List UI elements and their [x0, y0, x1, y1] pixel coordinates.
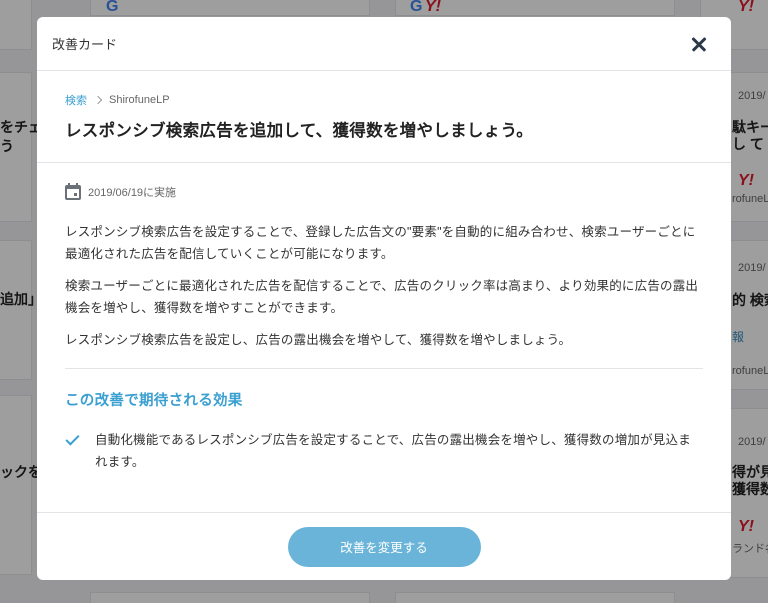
- modal-header: 改善カード: [37, 17, 731, 71]
- effect-text: 自動化機能であるレスポンシブ広告を設定することで、広告の露出機会を増やし、獲得数…: [95, 433, 691, 469]
- card-body: 2019/06/19に実施 レスポンシブ検索広告を設定することで、登録した広告文…: [37, 163, 731, 473]
- close-icon[interactable]: [687, 32, 711, 56]
- card-header: 検索 ShirofuneLP レスポンシブ検索広告を追加して、獲得数を増やしまし…: [37, 71, 731, 163]
- expected-effects-heading: この改善で期待される効果: [65, 393, 243, 409]
- check-icon: [65, 433, 81, 449]
- modal-footer: 改善を変更する: [37, 512, 731, 580]
- breadcrumb-search-link[interactable]: 検索: [65, 92, 87, 108]
- description-paragraph: レスポンシブ検索広告を設定し、広告の露出機会を増やして、獲得数を増やしましょう。: [65, 333, 572, 347]
- improvement-card-modal: 改善カード 検索 ShirofuneLP レスポンシブ検索広告を追加して、獲得数…: [37, 17, 731, 580]
- card-title: レスポンシブ検索広告を追加して、獲得数を増やしましょう。: [65, 122, 534, 140]
- effect-item: 自動化機能であるレスポンシブ広告を設定することで、広告の露出機会を増やし、獲得数…: [65, 429, 703, 473]
- chevron-right-icon: [93, 95, 103, 105]
- divider: [65, 368, 703, 369]
- implementation-date: 2019/06/19に実施: [65, 183, 703, 200]
- breadcrumb: 検索 ShirofuneLP: [65, 92, 703, 108]
- description: レスポンシブ検索広告を設定することで、登録した広告文の"要素"を自動的に組み合わ…: [65, 221, 703, 351]
- breadcrumb-current: ShirofuneLP: [109, 94, 170, 106]
- change-improvement-button[interactable]: 改善を変更する: [287, 526, 481, 567]
- date-text: 2019/06/19に実施: [88, 186, 177, 199]
- modal-title: 改善カード: [52, 37, 118, 52]
- description-paragraph: レスポンシブ検索広告を設定することで、登録した広告文の"要素"を自動的に組み合わ…: [65, 225, 696, 261]
- calendar-icon: [65, 183, 81, 200]
- description-paragraph: 検索ユーザーごとに最適化された広告を配信することで、広告のクリック率は高まり、よ…: [65, 279, 699, 315]
